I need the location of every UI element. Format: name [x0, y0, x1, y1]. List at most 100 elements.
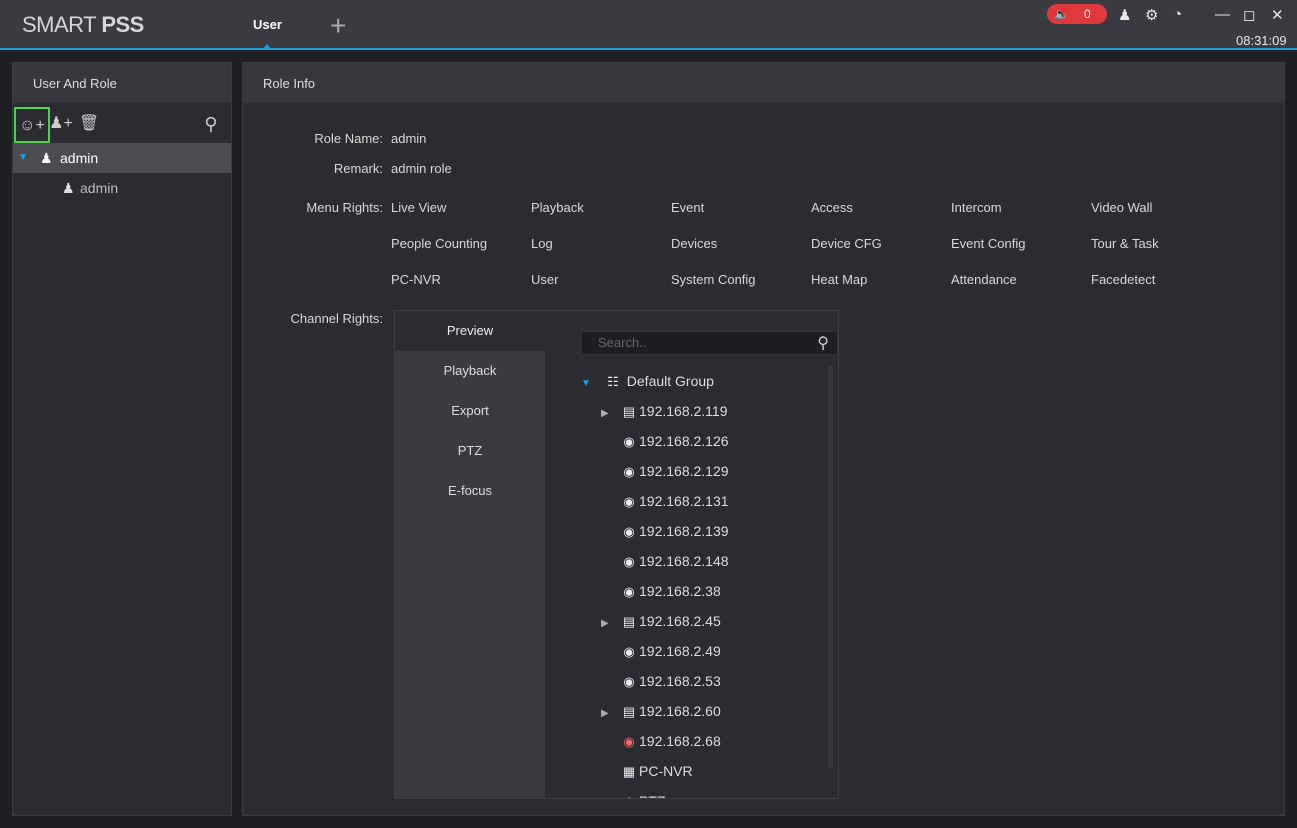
- node-label: 192.168.2.131: [639, 493, 729, 509]
- tree-node[interactable]: ▶ ▤ 192.168.2.119: [601, 396, 728, 426]
- menu-right-item[interactable]: PC-NVR: [391, 272, 441, 287]
- tree-node[interactable]: ◉ 192.168.2.148: [601, 546, 729, 576]
- node-label: PC-NVR: [639, 763, 693, 779]
- role-item-admin[interactable]: ▼ ♟ admin: [13, 143, 231, 173]
- gear-icon[interactable]: ⚙: [1145, 6, 1158, 24]
- nvr-icon: ▤: [622, 404, 636, 419]
- user-icon[interactable]: ♟: [1118, 6, 1131, 24]
- camera-icon: ◉: [623, 584, 635, 599]
- tree-node[interactable]: ◉ 192.168.2.68: [601, 726, 721, 756]
- node-label: 192.168.2.49: [639, 643, 721, 659]
- role-icon: ♟: [40, 150, 53, 166]
- camera-icon: ◉: [623, 464, 635, 479]
- channel-tab-efocus[interactable]: E-focus: [395, 471, 545, 511]
- search-icon[interactable]: ⚲: [193, 107, 229, 143]
- menu-right-item[interactable]: Tour & Task: [1091, 236, 1159, 251]
- menu-right-item[interactable]: Event Config: [951, 236, 1025, 251]
- expand-arrow-icon[interactable]: ▶: [601, 609, 619, 639]
- menu-right-item[interactable]: Attendance: [951, 272, 1017, 287]
- node-label: 192.168.2.60: [639, 703, 721, 719]
- alarm-button[interactable]: 🔈 0: [1047, 4, 1107, 24]
- menu-right-item[interactable]: Devices: [671, 236, 717, 251]
- node-label: 192.168.2.53: [639, 673, 721, 689]
- channel-rights-label: Channel Rights:: [290, 311, 384, 326]
- menu-right-item[interactable]: Video Wall: [1091, 200, 1152, 215]
- group-label: Default Group: [626, 373, 714, 389]
- expand-arrow-icon[interactable]: ▶: [601, 699, 619, 729]
- tree-node[interactable]: ◉ 192.168.2.126: [601, 426, 728, 456]
- camera-icon: ◉: [623, 644, 635, 659]
- menu-right-item[interactable]: Playback: [531, 200, 584, 215]
- tree-node[interactable]: ◉ 192.168.2.131: [601, 486, 729, 516]
- expand-arrow-icon[interactable]: ▶: [601, 399, 619, 429]
- tree-node[interactable]: ▶ ▤ 192.168.2.60: [601, 696, 721, 726]
- node-label: 192.168.2.129: [639, 463, 729, 479]
- user-label: admin: [80, 180, 119, 196]
- channel-tab-export[interactable]: Export: [395, 391, 545, 431]
- tree-node[interactable]: ◉ 192.168.2.49: [601, 636, 721, 666]
- search-input[interactable]: [582, 332, 802, 353]
- user-toolbar: ☺+ ♟+ 🗑 ⚲: [13, 103, 231, 143]
- channel-search[interactable]: ⚲: [581, 331, 838, 355]
- channel-tab-ptz[interactable]: PTZ: [395, 431, 545, 471]
- menu-right-item[interactable]: User: [531, 272, 558, 287]
- tree-node[interactable]: ▶ ▤ 192.168.2.45: [601, 606, 721, 636]
- menu-right-item[interactable]: Log: [531, 236, 553, 251]
- node-label: 192.168.2.45: [639, 613, 721, 629]
- menu-right-item[interactable]: Device CFG: [811, 236, 882, 251]
- menu-right-item[interactable]: Access: [811, 200, 853, 215]
- menu-right-item[interactable]: Heat Map: [811, 272, 867, 287]
- node-label: 192.168.2.119: [639, 403, 728, 419]
- camera-icon: ◉: [623, 554, 635, 569]
- channel-rights-tabs: Preview Playback Export PTZ E-focus: [395, 311, 545, 798]
- tree-node[interactable]: ◉ 192.168.2.53: [601, 666, 721, 696]
- camera-icon: ◉: [623, 494, 635, 509]
- node-label: 192.168.2.148: [639, 553, 729, 569]
- panel-title: User And Role: [13, 63, 231, 103]
- maximize-button[interactable]: ◻: [1243, 6, 1255, 24]
- pc-nvr-icon: ▦: [622, 764, 636, 779]
- tree-group-default[interactable]: ▼ ☷ Default Group: [581, 366, 714, 396]
- menu-rights-label: Menu Rights:: [306, 200, 383, 215]
- node-label: PTZ: [639, 793, 665, 798]
- node-label: 192.168.2.68: [639, 733, 721, 749]
- user-and-role-panel: User And Role ☺+ ♟+ 🗑 ⚲ ▼ ♟ admin ♟ admi…: [12, 62, 232, 816]
- tree-node[interactable]: ◉ 192.168.2.129: [601, 456, 729, 486]
- menu-right-item[interactable]: System Config: [671, 272, 756, 287]
- panel-title: Role Info: [243, 63, 1284, 103]
- role-label: admin: [60, 150, 99, 166]
- speaker-icon: 🔈: [1054, 7, 1069, 21]
- menu-right-item[interactable]: Facedetect: [1091, 272, 1155, 287]
- channel-tab-playback[interactable]: Playback: [395, 351, 545, 391]
- camera-icon: ◉: [623, 434, 635, 449]
- user-item-admin[interactable]: ♟ admin: [13, 173, 231, 203]
- close-button[interactable]: ✕: [1271, 6, 1284, 24]
- delete-button[interactable]: 🗑: [71, 107, 107, 143]
- nvr-icon: ▤: [622, 614, 636, 629]
- menu-right-item[interactable]: Intercom: [951, 200, 1002, 215]
- expand-arrow-icon[interactable]: ▼: [18, 143, 28, 173]
- node-label: 192.168.2.38: [639, 583, 721, 599]
- add-tab-button[interactable]: +: [330, 10, 346, 42]
- app-logo: SMART PSS: [22, 12, 144, 37]
- tree-node[interactable]: ▦ PC-NVR: [601, 756, 693, 786]
- title-bar: SMART PSS User + 🔈 0 ♟ ⚙ ◔ — ◻ ✕ 08:31:0…: [0, 0, 1297, 50]
- expand-arrow-icon[interactable]: ▼: [581, 369, 599, 399]
- device-tree: ▼ ☷ Default Group ▶ ▤ 192.168.2.119 ◉ 192.16…: [581, 366, 831, 798]
- tree-node[interactable]: ◉PTZ: [601, 786, 665, 798]
- channel-tab-preview[interactable]: Preview: [395, 311, 545, 351]
- menu-right-item[interactable]: People Counting: [391, 236, 487, 251]
- channel-rights-box: PreviewPlaybackExportPTZE-focus ⚲ ▼ ☷ De…: [394, 310, 839, 799]
- tab-user[interactable]: User: [253, 17, 282, 32]
- tree-scrollbar[interactable]: [828, 366, 833, 768]
- gauge-icon[interactable]: ◔: [1173, 6, 1182, 23]
- menu-right-item[interactable]: Event: [671, 200, 704, 215]
- role-name-label: Role Name:: [314, 131, 383, 146]
- camera-offline-icon: ◉: [623, 734, 635, 749]
- search-icon[interactable]: ⚲: [817, 333, 829, 353]
- dvr-icon: ▤: [622, 704, 636, 719]
- tree-node[interactable]: ◉ 192.168.2.38: [601, 576, 721, 606]
- tree-node[interactable]: ◉ 192.168.2.139: [601, 516, 728, 546]
- menu-right-item[interactable]: Live View: [391, 200, 446, 215]
- minimize-button[interactable]: —: [1215, 6, 1230, 23]
